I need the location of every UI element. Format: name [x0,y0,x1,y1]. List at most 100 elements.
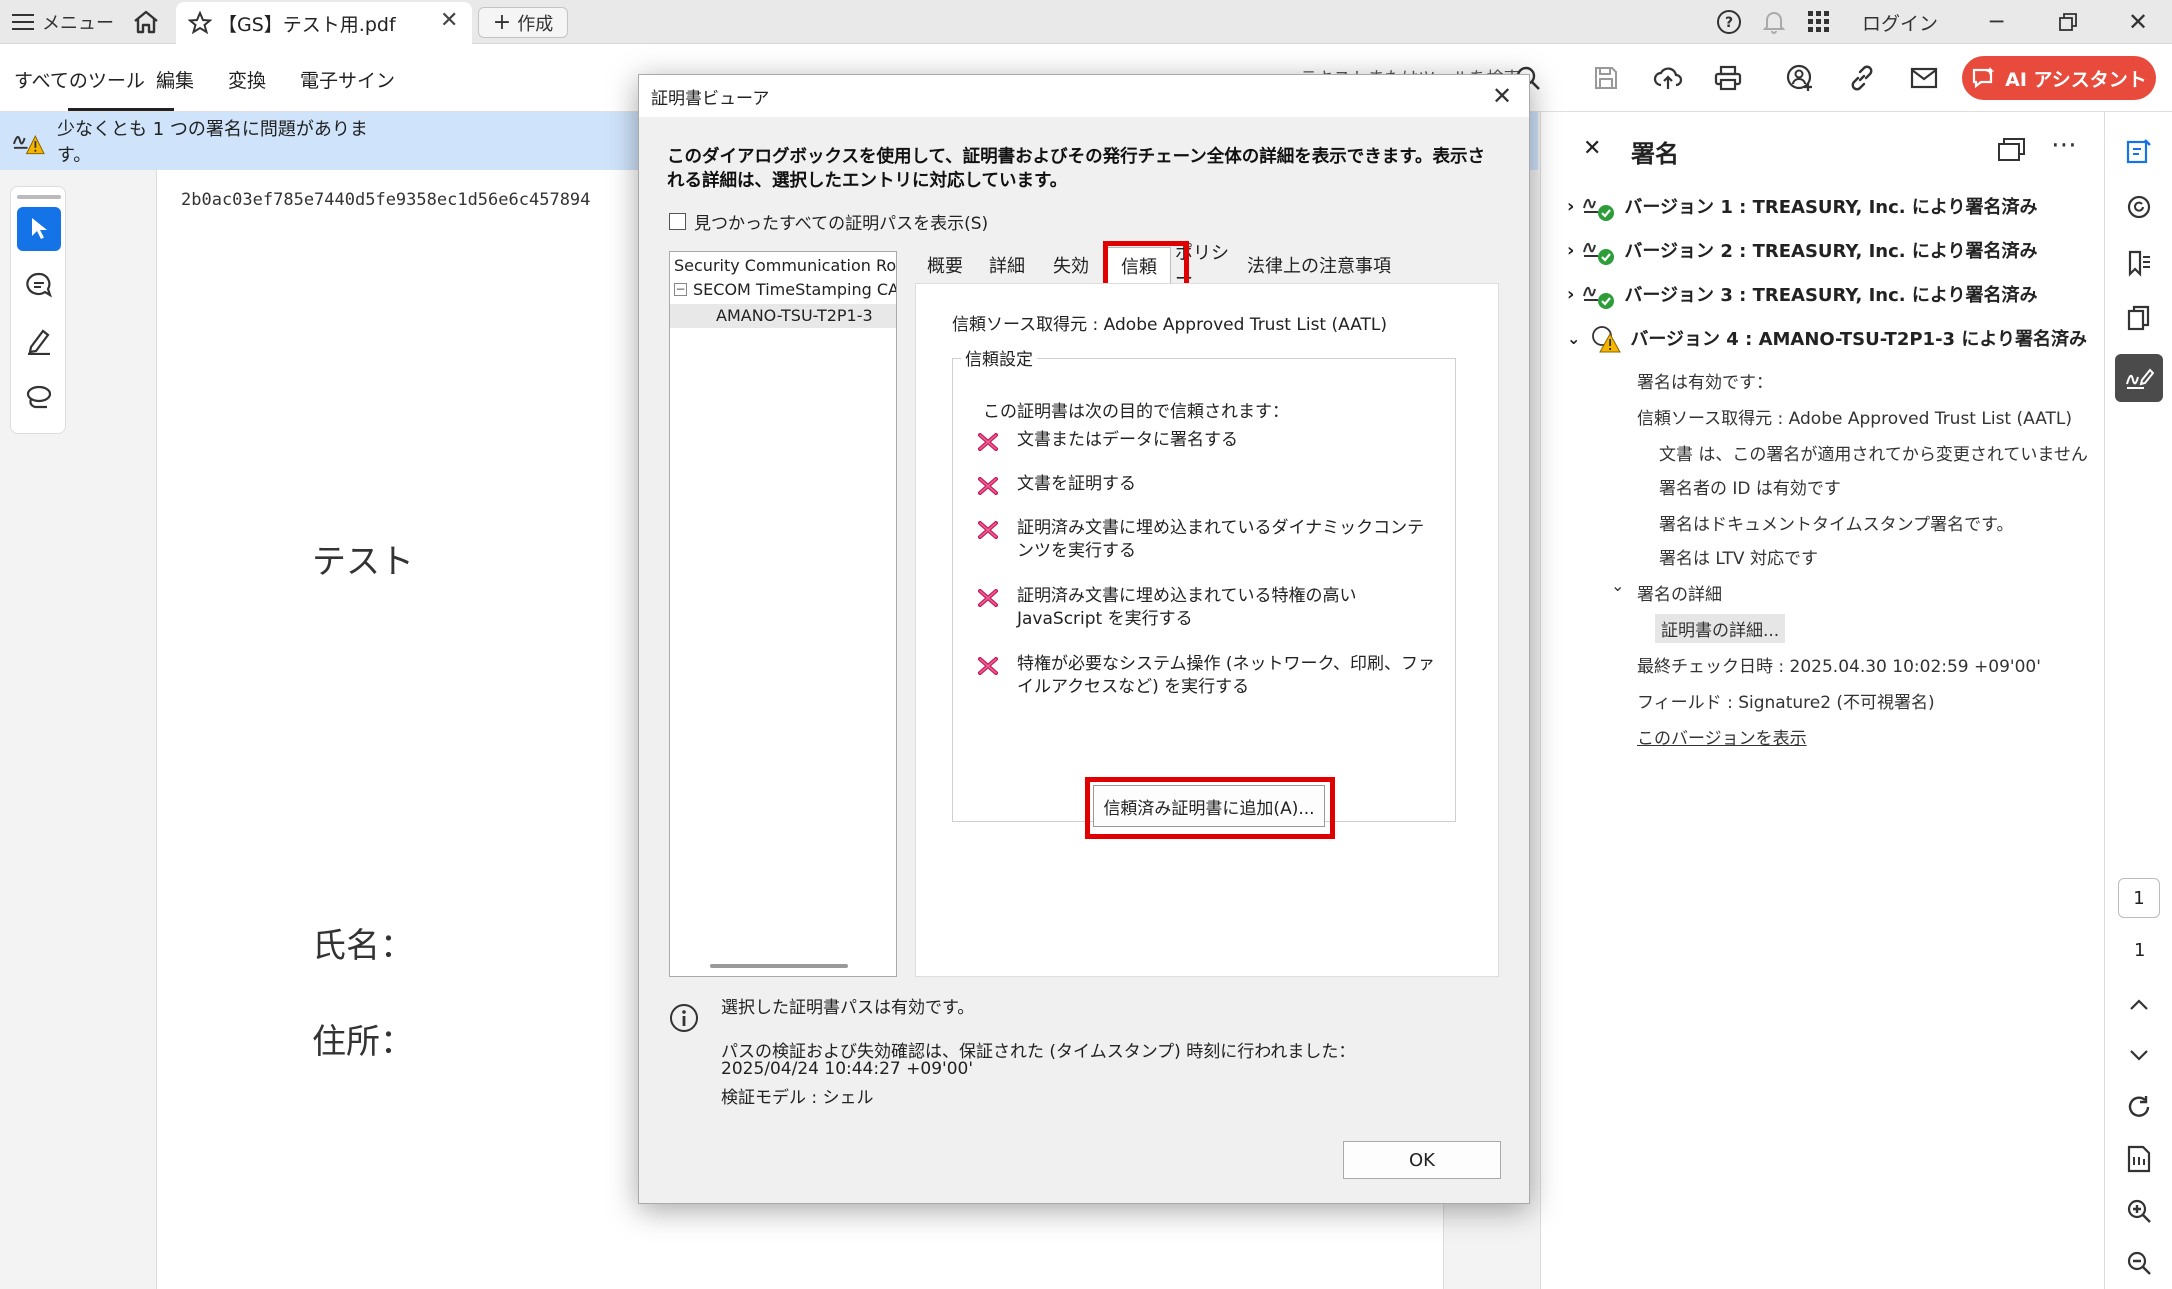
trust-item-label: 文書またはデータに署名する [1017,430,1238,450]
active-menu-underline [68,108,174,111]
chevron-right-icon[interactable]: › [1567,196,1574,217]
ai-assistant-button[interactable]: AI アシスタント [1962,56,2156,100]
bell-icon[interactable] [1762,0,1786,44]
right-rail: 1 1 [2104,112,2172,1289]
signature-version-4[interactable]: ⌄ バージョン 4 : AMANO-TSU-T2P1-3 により署名済み [1567,322,2087,354]
create-button[interactable]: + 作成 [478,7,568,38]
email-icon[interactable] [1908,62,1940,94]
menu-convert[interactable]: 変換 [228,66,266,93]
show-all-paths-label: 見つかったすべての証明パスを表示(S) [694,214,989,234]
chevron-down-icon[interactable]: ⌄ [1567,329,1580,348]
edit-pdf-icon[interactable] [2122,134,2156,168]
tree-collapse-icon[interactable]: − [674,283,687,296]
tree-node-selected[interactable]: AMANO-TSU-T2P1-3 [670,304,896,328]
trust-source-text: 信頼ソース取得元 : Adobe Approved Trust List (AA… [1637,409,2073,429]
trust-item-dynamic-content: 証明済み文書に埋め込まれているダイナミックコンテンツを実行する [975,517,1435,563]
menu-esign[interactable]: 電子サイン [300,66,395,93]
lasso-draw-icon [26,385,52,409]
link-icon[interactable] [1846,62,1878,94]
panel-close-icon[interactable]: ✕ [1583,136,1601,161]
share-user-icon[interactable] [1784,62,1816,94]
restore-icon[interactable] [2058,0,2078,44]
apps-grid-icon[interactable] [1808,0,1830,44]
comment-tool-button[interactable] [17,263,61,307]
minimize-icon[interactable]: ─ [1990,0,2003,44]
ok-button[interactable]: OK [1343,1141,1501,1179]
verify-timestamp-text: 2025/04/24 10:44:27 +09'00' [721,1059,973,1079]
banner-message: 少なくとも 1 つの署名に問題があります。 [57,119,368,166]
chevron-right-icon[interactable]: › [1567,284,1574,305]
show-all-paths-checkbox[interactable]: 見つかったすべての証明パスを表示(S) [669,209,988,234]
title-bar: メニュー 【GS】テスト用.pdf ✕ + 作成 ? ログイン ─ ✕ [0,0,2172,44]
chevron-down-icon[interactable] [2122,1038,2156,1072]
dialog-title: 証明書ビューア [651,88,770,109]
chevron-up-icon[interactable] [2122,988,2156,1022]
certificate-details-link[interactable]: 証明書の詳細... [1655,614,1786,643]
window-close-icon[interactable]: ✕ [2128,0,2148,44]
tab-legal-notice[interactable]: 法律上の注意事項 [1245,247,1393,283]
tab-summary[interactable]: 概要 [915,247,975,283]
field-text: フィールド : Signature2 (不可視署名) [1637,693,1935,713]
tree-horizontal-scrollbar[interactable] [710,964,848,968]
signature-version-1[interactable]: › バージョン 1 : TREASURY, Inc. により署名済み [1567,190,2038,222]
chevron-down-icon[interactable]: ⌄ [1611,576,1624,595]
zoom-out-icon[interactable] [2122,1246,2156,1280]
signature-details-toggle[interactable]: 署名の詳細 [1637,580,1722,605]
bookmarks-icon[interactable] [2122,246,2156,280]
tree-node-intermediate[interactable]: − SECOM TimeStamping CA4 [674,280,896,299]
hamburger-icon [12,14,34,30]
zoom-in-icon[interactable] [2122,1194,2156,1228]
menu-edit[interactable]: 編集 [156,66,194,93]
validation-model-text: 検証モデル : シェル [721,1088,874,1108]
signature-version-3[interactable]: › バージョン 3 : TREASURY, Inc. により署名済み [1567,278,2038,310]
tab-details[interactable]: 詳細 [975,247,1039,283]
document-tab[interactable]: 【GS】テスト用.pdf ✕ [176,2,472,44]
timestamp-signature-text: 署名はドキュメントタイムスタンプ署名です。 [1659,515,2014,535]
validate-all-icon[interactable] [1997,136,2027,164]
signature-panel: ✕ 署名 ⋯ › バージョン 1 : TREASURY, Inc. により署名済… [1540,112,2104,1289]
trust-item-system-ops: 特権が必要なシステム操作 (ネットワーク、印刷、ファイルアクセスなど) を実行す… [975,653,1435,699]
signature-warning-banner: 少なくとも 1 つの署名に問題があります。 [0,112,392,170]
print-icon[interactable] [1712,62,1744,94]
document-address-label: 住所： [312,1022,414,1062]
login-button[interactable]: ログイン [1862,0,1938,44]
draw-tool-button[interactable] [17,375,61,419]
tree-node-label: AMANO-TSU-T2P1-3 [716,306,873,325]
tab-close-icon[interactable]: ✕ [440,8,458,33]
dialog-close-icon[interactable]: ✕ [1489,82,1515,110]
signature-version-2[interactable]: › バージョン 2 : TREASURY, Inc. により署名済み [1567,234,2038,266]
view-version-link[interactable]: このバージョンを表示 [1637,724,1807,749]
menu-all-tools[interactable]: すべてのツール [14,66,145,93]
select-tool-button[interactable] [17,207,61,251]
page-fit-icon[interactable] [2122,1142,2156,1176]
upload-cloud-icon[interactable] [1652,62,1684,94]
trust-settings-label: 信頼設定 [961,345,1037,370]
menu-button[interactable]: メニュー [12,0,114,44]
chevron-right-icon[interactable]: › [1567,240,1574,261]
comments-icon[interactable] [2122,190,2156,224]
page-number-input[interactable]: 1 [2118,878,2160,918]
drag-handle[interactable] [17,195,61,199]
more-options-icon[interactable]: ⋯ [2051,130,2077,160]
add-button-highlight [1085,777,1335,839]
tab-revocation[interactable]: 失効 [1039,247,1103,283]
highlight-tool-button[interactable] [17,319,61,363]
checkbox-box[interactable] [669,213,686,230]
home-icon[interactable] [132,0,160,44]
signature-warning-icon [13,135,45,155]
certificate-chain-tree[interactable]: Security Communication RootCA2 − SECOM T… [669,251,897,977]
help-icon[interactable]: ? [1716,0,1742,44]
dialog-title-bar[interactable]: 証明書ビューア ✕ [639,75,1529,117]
signature-panel-icon[interactable] [2115,354,2163,402]
tree-node-label: Security Communication RootCA2 [674,256,897,275]
last-checked-text: 最終チェック日時 : 2025.04.30 10:02:59 +09'00' [1637,657,2041,677]
tree-node-root[interactable]: Security Communication RootCA2 [674,256,897,275]
pages-icon[interactable] [2122,302,2156,336]
document-title-text: テスト [312,542,414,582]
signer-id-text: 署名者の ID は有効です [1659,479,1841,499]
trust-tab-panel: 信頼ソース取得元 : Adobe Approved Trust List (AA… [915,283,1499,977]
star-icon[interactable] [188,11,212,35]
page-total: 1 [2134,940,2146,961]
rotate-icon[interactable] [2122,1090,2156,1124]
save-icon[interactable] [1590,62,1622,94]
